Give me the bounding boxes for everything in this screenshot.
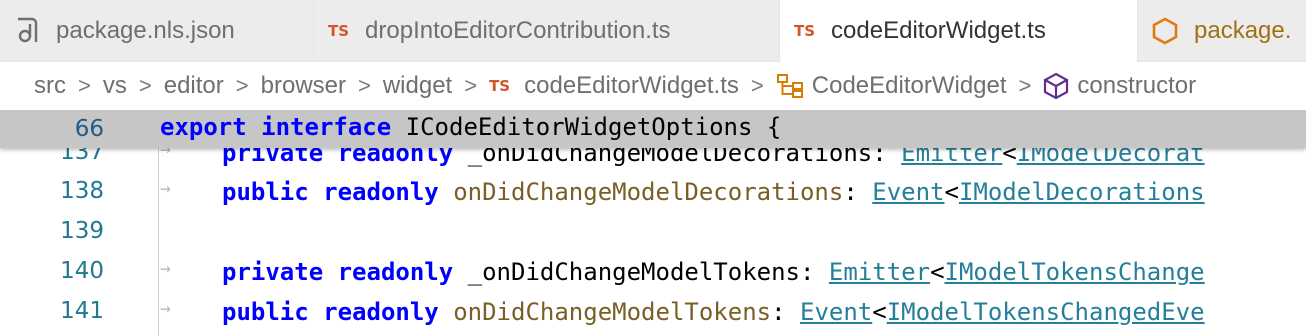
keyword-token: interface: [261, 113, 392, 141]
punct-token: :: [800, 258, 829, 286]
breadcrumb: src > vs > editor > browser > widget > T…: [0, 62, 1306, 110]
breadcrumb-item-member[interactable]: constructor: [1077, 72, 1196, 100]
chevron-right-icon: >: [138, 73, 152, 98]
line-number: 66: [74, 116, 104, 142]
sticky-scroll-line[interactable]: 66 export interface ICodeEditorWidgetOpt…: [0, 110, 1306, 148]
identifier-token: _onDidChangeModelTokens: [467, 258, 800, 286]
breadcrumb-item-vs[interactable]: vs: [103, 72, 127, 100]
breadcrumb-item-file[interactable]: codeEditorWidget.ts: [524, 72, 739, 100]
tab-label: dropIntoEditorContribution.ts: [365, 16, 671, 44]
brace-token: {: [752, 113, 782, 141]
code-line[interactable]: 138 → public readonly onDidChangeModelDe…: [0, 171, 1306, 211]
tab-codeeditorwidget-ts[interactable]: TS codeEditorWidget.ts: [780, 0, 1138, 62]
chevron-right-icon: >: [235, 73, 249, 98]
code-editor[interactable]: 66 export interface ICodeEditorWidgetOpt…: [0, 110, 1306, 336]
punct-token: <: [944, 178, 959, 206]
property-token: onDidChangeModelDecorations: [453, 178, 844, 206]
line-number: 138: [60, 178, 104, 204]
tab-dropintoeditorcontribution-ts[interactable]: TS dropIntoEditorContribution.ts: [314, 0, 780, 61]
type-token[interactable]: Event: [800, 298, 872, 326]
punct-token: :: [771, 298, 800, 326]
chevron-right-icon: >: [464, 73, 478, 98]
breadcrumb-item-class[interactable]: CodeEditorWidget: [812, 72, 1007, 100]
code-text: public readonly onDidChangeModelTokens: …: [222, 298, 1205, 326]
tab-label: codeEditorWidget.ts: [831, 17, 1046, 44]
tab-label: package.nls.json: [56, 16, 235, 44]
interface-name-token: ICodeEditorWidgetOptions: [405, 113, 753, 141]
class-symbol-icon: [776, 73, 804, 99]
keyword-token: readonly: [323, 298, 439, 326]
chevron-right-icon: >: [357, 73, 371, 98]
code-line[interactable]: 141 → public readonly onDidChangeModelTo…: [0, 291, 1306, 331]
breadcrumb-item-editor[interactable]: editor: [164, 72, 224, 100]
keyword-token: readonly: [337, 258, 454, 286]
line-number: 140: [60, 258, 104, 284]
nodejs-hexagon-icon: [1152, 17, 1178, 45]
typescript-file-icon: TS: [328, 21, 350, 40]
whitespace-tab-arrow-icon: →: [160, 298, 171, 319]
code-line[interactable]: 140 → private readonly _onDidChangeModel…: [0, 251, 1306, 291]
breadcrumb-item-src[interactable]: src: [34, 72, 66, 100]
type-token[interactable]: IModelDecorations: [959, 178, 1205, 206]
tab-package-nls-json[interactable]: package.nls.json: [0, 0, 314, 61]
breadcrumb-item-browser[interactable]: browser: [261, 72, 346, 100]
punct-token: <: [872, 298, 887, 326]
whitespace-tab-arrow-icon: →: [160, 258, 171, 279]
line-number: 141: [60, 298, 104, 324]
tab-package-json[interactable]: package.: [1138, 0, 1306, 61]
type-token[interactable]: Event: [872, 178, 944, 206]
line-number: 139: [60, 218, 104, 244]
keyword-token: private: [222, 258, 324, 286]
type-token[interactable]: IModelTokensChangedEve: [887, 298, 1205, 326]
typescript-file-icon: TS: [489, 77, 511, 95]
chevron-right-icon: >: [78, 73, 91, 98]
breadcrumb-item-widget[interactable]: widget: [383, 72, 452, 100]
keyword-token: export: [160, 113, 247, 141]
type-token[interactable]: IModelTokensChange: [945, 258, 1205, 286]
json-file-icon: [14, 16, 40, 46]
punct-token: :: [843, 178, 873, 206]
code-text: export interface ICodeEditorWidgetOption…: [160, 113, 781, 141]
type-token[interactable]: Emitter: [829, 258, 930, 286]
keyword-token: readonly: [323, 178, 439, 206]
chevron-right-icon: >: [1018, 73, 1032, 98]
typescript-file-icon: TS: [794, 22, 816, 40]
code-text: private readonly _onDidChangeModelTokens…: [222, 258, 1205, 286]
code-line[interactable]: 139: [0, 211, 1306, 251]
chevron-right-icon: >: [750, 73, 764, 98]
keyword-token: public: [222, 298, 309, 326]
punct-token: <: [930, 258, 945, 286]
editor-tab-bar: package.nls.json TS dropIntoEditorContri…: [0, 0, 1306, 62]
code-text: public readonly onDidChangeModelDecorati…: [222, 178, 1205, 206]
keyword-token: public: [222, 178, 309, 206]
whitespace-tab-arrow-icon: →: [160, 178, 171, 199]
property-token: onDidChangeModelTokens: [453, 298, 772, 326]
tab-label: package.: [1194, 16, 1292, 44]
method-cube-icon: [1043, 72, 1069, 100]
